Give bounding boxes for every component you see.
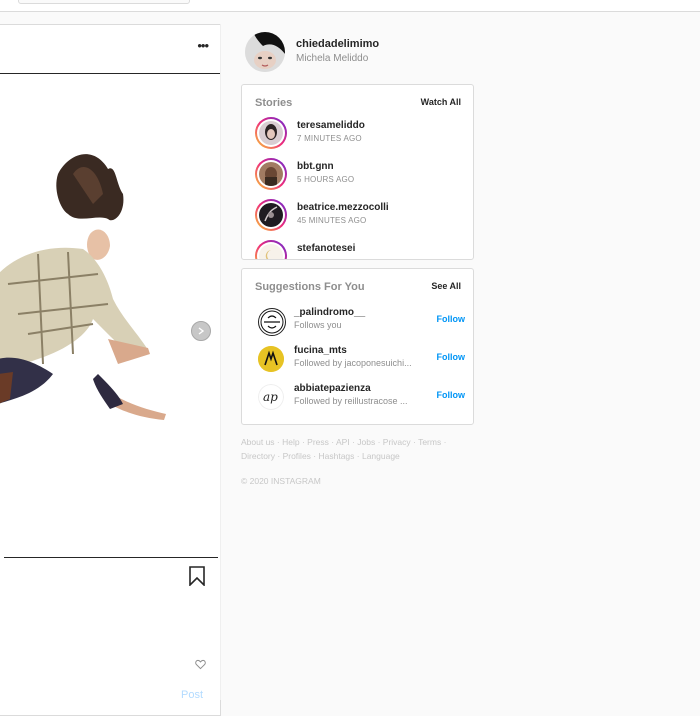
story-timestamp: 7 MINUTES AGO [297, 134, 362, 143]
footer-link[interactable]: Privacy [383, 437, 411, 447]
story-avatar[interactable] [255, 158, 287, 190]
story-item[interactable]: beatrice.mezzocolli 45 MINUTES AGO [255, 199, 465, 235]
story-item[interactable]: stefanotesei [255, 240, 465, 259]
watch-all-button[interactable]: Watch All [421, 97, 461, 107]
footer-link[interactable]: Hashtags [318, 451, 354, 461]
suggestion-item: _palindromo__ Follows you Follow [255, 305, 465, 339]
story-avatar[interactable] [255, 240, 287, 259]
feed-post: ••• Post [0, 24, 221, 716]
avatar[interactable] [258, 346, 284, 372]
suggestion-item: ap abbiatepazienza Followed by reillustr… [255, 381, 465, 415]
story-avatar[interactable] [255, 199, 287, 231]
story-avatar[interactable] [255, 117, 287, 149]
top-nav-bar [0, 0, 700, 12]
follow-button[interactable]: Follow [437, 352, 466, 362]
footer-link[interactable]: Help [282, 437, 299, 447]
story-username: bbt.gnn [297, 161, 334, 172]
see-all-button[interactable]: See All [431, 281, 461, 291]
post-photo [0, 154, 166, 420]
suggestion-subtitle: Followed by jacoponesuichi... [294, 358, 412, 368]
suggestion-subtitle: Followed by reillustracose ... [294, 396, 408, 406]
story-item[interactable]: teresameliddo 7 MINUTES AGO [255, 117, 465, 153]
follow-button[interactable]: Follow [437, 314, 466, 324]
svg-text:ap: ap [263, 390, 278, 404]
next-image-button[interactable] [191, 321, 211, 341]
suggestion-username[interactable]: fucina_mts [294, 345, 347, 356]
search-input[interactable] [18, 0, 190, 4]
footer-link[interactable]: About us [241, 437, 275, 447]
bookmark-icon[interactable] [188, 566, 206, 586]
avatar[interactable] [245, 32, 285, 72]
chevron-right-icon [198, 327, 205, 335]
more-horizontal-icon[interactable]: ••• [197, 39, 209, 53]
footer-link[interactable]: API [336, 437, 350, 447]
heart-icon[interactable] [195, 659, 206, 670]
profile-full-name: Michela Meliddo [296, 53, 369, 64]
stories-panel: Stories Watch All teresameliddo 7 MINUTE… [241, 84, 474, 260]
suggestions-title: Suggestions For You [255, 281, 365, 293]
profile-username[interactable]: chiedadelimimo [296, 38, 379, 50]
suggestion-username[interactable]: _palindromo__ [294, 307, 365, 318]
suggestion-subtitle: Follows you [294, 320, 342, 330]
avatar[interactable] [258, 308, 286, 336]
story-username: beatrice.mezzocolli [297, 202, 389, 213]
footer-link[interactable]: Jobs [357, 437, 375, 447]
suggestion-username[interactable]: abbiatepazienza [294, 383, 371, 394]
footer-link[interactable]: Profiles [283, 451, 311, 461]
current-user[interactable]: chiedadelimimo Michela Meliddo [245, 32, 485, 72]
post-comment-button[interactable]: Post [181, 689, 203, 701]
story-username: teresameliddo [297, 120, 365, 131]
story-timestamp: 45 MINUTES AGO [297, 216, 367, 225]
footer-link[interactable]: Language [362, 451, 400, 461]
story-username: stefanotesei [297, 243, 356, 254]
story-item[interactable]: bbt.gnn 5 HOURS AGO [255, 158, 465, 194]
post-image[interactable] [0, 74, 220, 558]
footer-links: About us · Help · Press · API · Jobs · P… [241, 437, 447, 461]
suggestion-item: fucina_mts Followed by jacoponesuichi...… [255, 343, 465, 377]
suggestions-panel: Suggestions For You See All _palindromo_… [241, 268, 474, 425]
footer-link[interactable]: Terms [418, 437, 441, 447]
column-divider [220, 24, 221, 700]
stories-title: Stories [255, 97, 293, 109]
story-timestamp: 5 HOURS AGO [297, 175, 355, 184]
post-header: ••• [0, 25, 220, 74]
footer-link[interactable]: Press [307, 437, 329, 447]
media-divider [4, 557, 218, 558]
avatar[interactable]: ap [258, 384, 284, 410]
follow-button[interactable]: Follow [437, 390, 466, 400]
copyright: © 2020 INSTAGRAM [241, 476, 321, 486]
footer-link[interactable]: Directory [241, 451, 275, 461]
